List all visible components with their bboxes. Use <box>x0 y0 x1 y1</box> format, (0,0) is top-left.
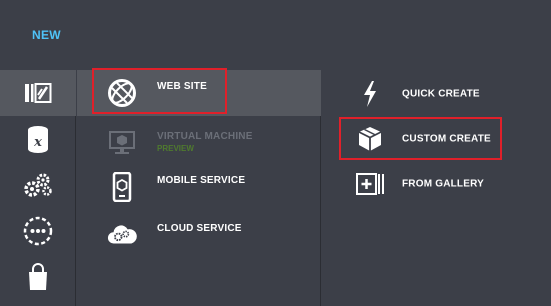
create-options: QUICK CREATE CUSTOM CREATE FROM GALLERY <box>322 70 551 306</box>
rail-item-database[interactable]: x <box>0 116 76 162</box>
service-cloud-service[interactable]: CLOUD SERVICE <box>77 212 321 258</box>
option-label: CUSTOM CREATE <box>402 133 491 145</box>
quick-create-option[interactable]: QUICK CREATE <box>340 74 530 114</box>
preview-badge: PREVIEW <box>157 144 194 153</box>
service-label: MOBILE SERVICE <box>157 175 246 186</box>
monitor-icon <box>107 128 137 158</box>
store-bag-icon <box>26 263 50 291</box>
rail-item-more[interactable] <box>0 208 76 254</box>
rail-item-services[interactable] <box>0 162 76 208</box>
from-gallery-option[interactable]: FROM GALLERY <box>340 164 530 204</box>
rail-item-web-apps[interactable] <box>0 70 76 116</box>
box-icon <box>356 125 384 153</box>
svg-text:x: x <box>33 135 42 150</box>
gears-icon <box>23 172 53 198</box>
web-apps-icon <box>24 82 52 104</box>
service-label: VIRTUAL MACHINE <box>157 131 253 142</box>
category-rail: x <box>0 70 76 306</box>
gallery-plus-icon <box>356 170 384 198</box>
phone-icon <box>107 172 137 202</box>
option-label: FROM GALLERY <box>402 178 485 190</box>
page-title: NEW <box>32 28 61 42</box>
service-label: CLOUD SERVICE <box>157 223 242 234</box>
option-label: QUICK CREATE <box>402 88 480 100</box>
more-dots-icon <box>23 216 53 246</box>
globe-icon <box>107 78 137 108</box>
service-mobile-service[interactable]: MOBILE SERVICE <box>77 164 321 210</box>
database-x-icon: x <box>26 125 50 153</box>
service-label: WEB SITE <box>157 81 207 92</box>
service-list: WEB SITE VIRTUAL MACHINE PREVIEW MOBILE … <box>77 70 321 306</box>
rail-item-store[interactable] <box>0 254 76 300</box>
service-virtual-machine: VIRTUAL MACHINE PREVIEW <box>77 120 321 166</box>
custom-create-option[interactable]: CUSTOM CREATE <box>340 119 530 159</box>
cloud-gears-icon <box>107 220 137 250</box>
lightning-icon <box>356 80 384 108</box>
service-web-site[interactable]: WEB SITE <box>77 70 321 116</box>
